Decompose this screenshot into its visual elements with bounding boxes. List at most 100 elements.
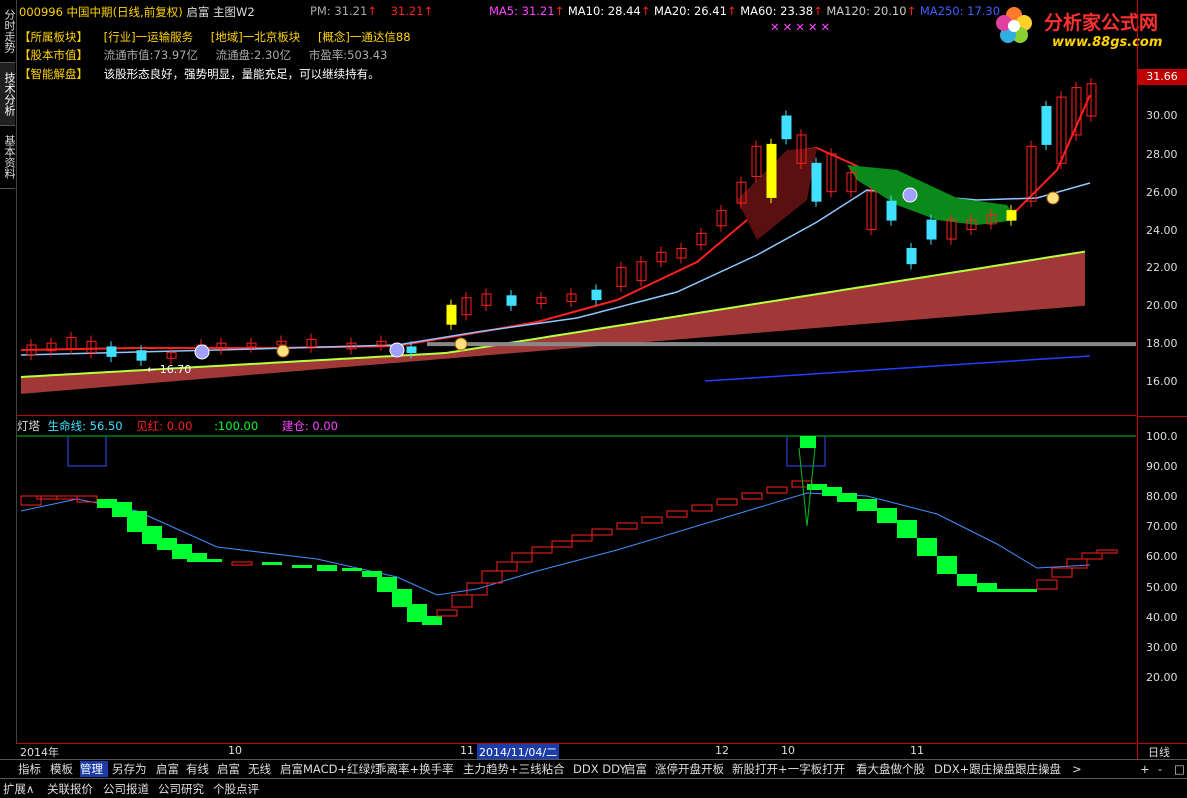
ma10-label: MA10: 28.44 [567,4,641,18]
indicator-tick: 50.00 [1146,581,1178,594]
pink-x-markers: ✕✕✕✕✕ [770,20,834,34]
red-step-block [531,546,553,554]
indicator-tick: 70.00 [1146,520,1178,533]
life-line-label: 生命线: 56.50 [47,419,123,433]
price-tick: 20.00 [1146,299,1178,312]
date-month: 12 [715,744,729,757]
bottom-tab[interactable]: 扩展∧ [3,781,34,797]
analysis-key: 【智能解盘】 [19,67,88,81]
formula-name[interactable]: 启富 主图W2 [186,5,254,19]
green-step-block [292,565,312,568]
face-marker-icon [194,344,210,360]
capital-key: 【股本市值】 [19,48,88,62]
toolbar-button[interactable]: 启富 [217,761,243,777]
red-step-block [591,528,613,536]
date-month: 11 [460,744,474,757]
red-step-block [766,486,788,494]
price-tick: 16.00 [1146,375,1178,388]
toolbar-button[interactable]: DDX DDY [573,761,626,777]
industry-link[interactable]: [行业]一运输服务 [104,30,193,44]
period-box[interactable]: 日线 [1137,743,1187,759]
toolbar-control[interactable]: □ [1174,761,1185,777]
price-tick: 28.00 [1146,148,1178,161]
indicator-header: 灯塔 生命线: 56.50 见红: 0.00 :100.00 建仓: 0.00 [17,418,338,434]
pe-ratio: 市盈率:503.43 [308,48,388,62]
bottom-tab[interactable]: 公司报道 [103,781,149,797]
money-bag-icon [1046,191,1060,205]
date-month: 11 [910,744,924,757]
candle-body [1006,210,1017,221]
red-step-block [36,495,58,500]
toolbar-button[interactable]: 新股打开+一字板打开 [732,761,852,777]
ma250-label: MA250: 17.30 [919,4,1001,18]
toolbar-button[interactable]: 启富 [156,761,182,777]
date-month: 10 [228,744,242,757]
stock-title: 000996 中国中期 [19,5,113,19]
toolbar-button[interactable]: 另存为 [112,761,152,777]
jianhong-label: 见红: 0.00 [136,419,193,433]
left-tab-strip: 分时走势 技术分析 基本资料 [0,0,17,744]
pm-label: PM: 31.21 [310,4,368,18]
red-step-block [496,561,518,572]
current-price-tag: 31.66 [1137,69,1187,85]
toolbar-button[interactable]: 管理 [80,761,108,777]
toolbar-button[interactable]: 启富MACD+红绿灯 [280,761,382,777]
toolbar-button[interactable]: 跟庄操盘 [1015,761,1067,777]
candle-body [446,304,457,325]
candle-body [886,200,897,221]
toolbar-control[interactable]: - [1158,761,1162,777]
red-step-block [1096,549,1118,554]
ma250-line [704,355,1091,382]
concept-link[interactable]: [概念]一通达信88 [318,30,411,44]
toolbar-button[interactable]: 主力趋势+三线粘合 [463,761,569,777]
red-step-block [1081,552,1103,560]
ma60-label: MA60: 23.38 [740,4,814,18]
toolbar-button[interactable]: 无线 [248,761,274,777]
red-step-block [436,609,458,617]
bottom-tab[interactable]: 关联报价 [47,781,93,797]
green-step-block [362,571,382,577]
low-price-marker: ← 16.70 [147,363,191,376]
indicator-canvas[interactable] [17,417,1136,745]
ma60-arrow-icon: ↑ [813,4,827,18]
candle-body [506,295,517,306]
blue-box-left [67,436,107,467]
pm-value: 31.21 [390,4,424,18]
indicator-tick: 60.00 [1146,550,1178,563]
toolbar-button[interactable]: 启富 [624,761,652,777]
candle-body [926,219,937,240]
tab-technical[interactable]: 技术分析 [0,63,16,126]
candle-body [106,346,117,357]
ma10-arrow-icon: ↑ [640,4,655,18]
indicator-panel[interactable] [17,417,1136,745]
bottom-tab[interactable]: 公司研究 [158,781,204,797]
red-step-block [481,570,503,584]
green-step-block [317,565,337,571]
toolbar-button[interactable]: 看大盘做个股 [856,761,932,777]
candle-body [406,346,417,354]
ma20-arrow-icon: ↑ [726,4,741,18]
toolbar-button[interactable]: 有线 [186,761,212,777]
analysis-text: 该股形态良好，强势明显，量能充足，可以继续持有。 [103,67,380,81]
toolbar-button[interactable]: 乖离率+换手率 [375,761,461,777]
bottom-tab[interactable]: 个股点评 [213,781,259,797]
tab-realtime[interactable]: 分时走势 [0,0,16,63]
date-year: 2014年 [20,746,59,759]
region-link[interactable]: [地域]一北京板块 [211,30,300,44]
red-step-block [691,504,713,512]
toolbar-button[interactable]: 涨停开盘开板 [655,761,729,777]
indicator-tick: 40.00 [1146,611,1178,624]
red-step-block [451,594,473,608]
toolbar-button[interactable]: 指标 [18,761,46,777]
green-step-block [877,508,897,523]
green-signal-block [800,436,816,448]
green-step-block [937,556,957,574]
toolbar-button[interactable]: 模板 [50,761,78,777]
toolbar-button[interactable]: > [1072,761,1084,777]
toolbar-control[interactable]: + [1140,761,1150,777]
tab-fundamentals[interactable]: 基本资料 [0,126,16,189]
red-step-block [231,561,253,566]
toolbar-button[interactable]: DDX+跟庄操盘 [934,761,1015,777]
red-step-block [616,522,638,530]
hundred-label: :100.00 [214,419,259,433]
